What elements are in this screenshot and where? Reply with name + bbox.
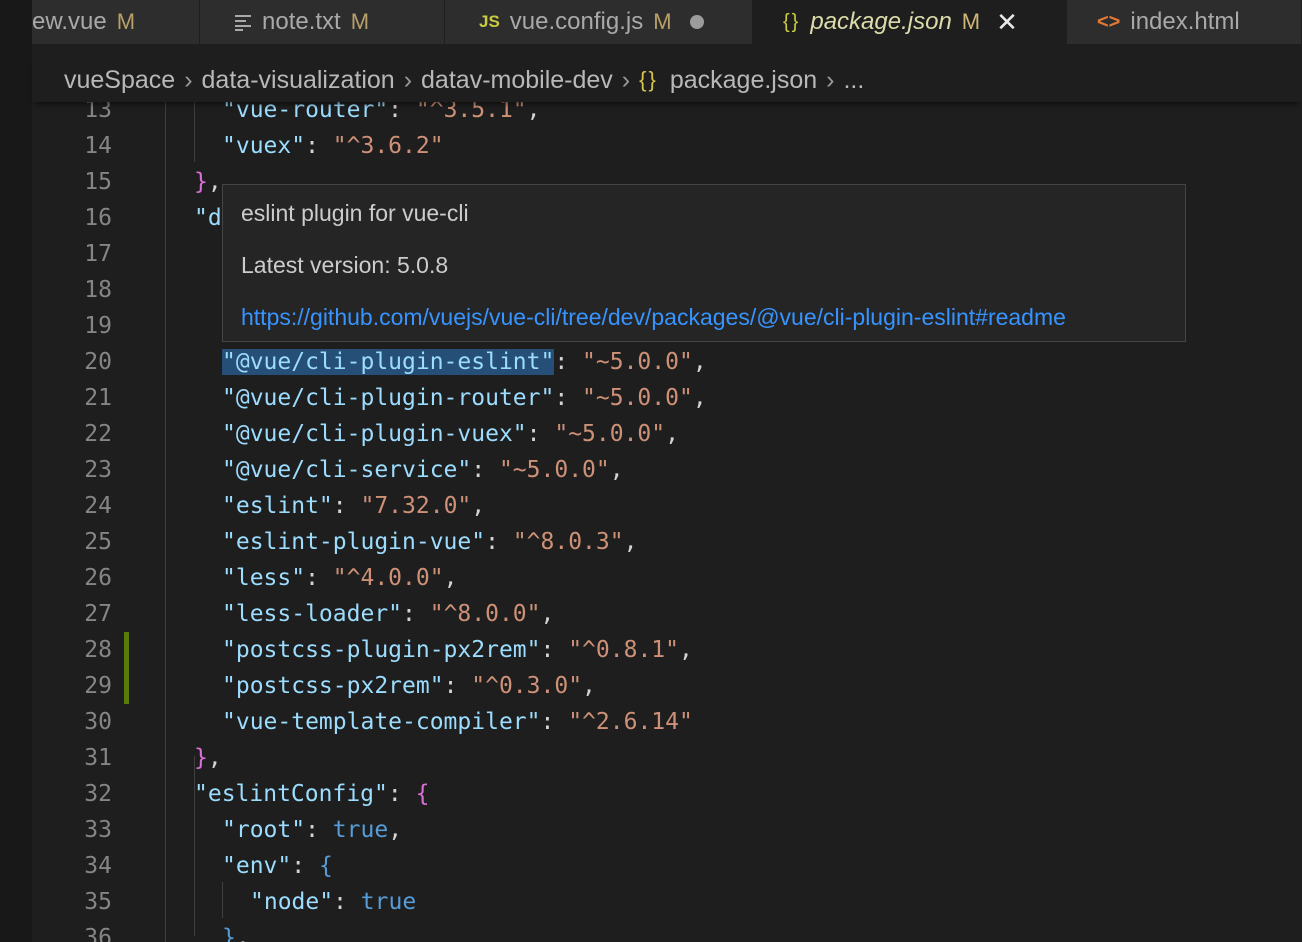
tab-note-txt[interactable]: note.txt M bbox=[200, 0, 445, 44]
chevron-right-icon: › bbox=[621, 65, 631, 94]
code-text: }, bbox=[194, 169, 222, 195]
tab-label: ew.vue bbox=[32, 8, 107, 35]
tab-label: package.json bbox=[810, 8, 952, 35]
breadcrumb-item[interactable]: datav-mobile-dev bbox=[421, 66, 613, 95]
json-icon: {} bbox=[783, 10, 801, 33]
line-number: 30 bbox=[84, 709, 112, 735]
code-text: "d bbox=[194, 205, 222, 231]
tab-vue-config-js[interactable]: JS vue.config.js M bbox=[445, 0, 753, 44]
modified-indicator: M bbox=[116, 9, 136, 34]
code-text: "postcss-plugin-px2rem": "^0.8.1", bbox=[222, 637, 693, 663]
line-number: 22 bbox=[84, 421, 112, 447]
tab-ew-vue[interactable]: ew.vue M bbox=[32, 0, 200, 44]
package-readme-link[interactable]: https://github.com/vuejs/vue-cli/tree/de… bbox=[241, 304, 1066, 331]
code-text: "@vue/cli-service": "~5.0.0", bbox=[222, 457, 624, 483]
chevron-right-icon: › bbox=[184, 65, 193, 94]
code-text: }, bbox=[222, 925, 250, 942]
code-text: "vuex": "^3.6.2" bbox=[222, 133, 444, 159]
code-text: "less": "^4.0.0", bbox=[222, 565, 458, 591]
modified-indicator: M bbox=[350, 9, 370, 34]
code-text: "@vue/cli-plugin-router": "~5.0.0", bbox=[222, 385, 707, 411]
line-number: 18 bbox=[84, 277, 112, 303]
line-number: 31 bbox=[84, 745, 112, 771]
code-text: "less-loader": "^8.0.0", bbox=[222, 601, 555, 627]
text-file-icon bbox=[234, 13, 252, 31]
line-number: 36 bbox=[84, 925, 112, 942]
line-number: 26 bbox=[84, 565, 112, 591]
line-number: 23 bbox=[84, 457, 112, 483]
code-text: "postcss-px2rem": "^0.3.0", bbox=[222, 673, 596, 699]
line-number: 35 bbox=[84, 889, 112, 915]
line-number: 17 bbox=[84, 241, 112, 267]
html-icon: <> bbox=[1097, 10, 1121, 33]
line-number: 14 bbox=[84, 133, 112, 159]
line-number: 27 bbox=[84, 601, 112, 627]
code-text: "node": true bbox=[250, 889, 417, 915]
hover-tooltip: eslint plugin for vue-cli Latest version… bbox=[222, 184, 1186, 342]
code-text: "eslint": "7.32.0", bbox=[222, 493, 486, 519]
chevron-right-icon: › bbox=[826, 65, 835, 94]
json-icon: {} bbox=[639, 67, 658, 92]
line-number: 19 bbox=[84, 313, 112, 339]
line-number: 32 bbox=[84, 781, 112, 807]
code-text: "vue-template-compiler": "^2.6.14" bbox=[222, 709, 693, 735]
line-number: 15 bbox=[84, 169, 112, 195]
line-number: 20 bbox=[84, 349, 112, 375]
close-icon[interactable]: ✕ bbox=[996, 7, 1018, 38]
breadcrumb-item[interactable]: ... bbox=[843, 66, 864, 95]
code-line: 35 bbox=[32, 884, 1302, 920]
tab-label: note.txt bbox=[262, 8, 341, 35]
latest-version: Latest version: 5.0.8 bbox=[241, 252, 449, 278]
line-number: 16 bbox=[84, 205, 112, 231]
line-number: 24 bbox=[84, 493, 112, 519]
modified-indicator: M bbox=[653, 9, 672, 34]
activity-bar-edge bbox=[0, 0, 32, 942]
code-text: "@vue/cli-plugin-vuex": "~5.0.0", bbox=[222, 421, 679, 447]
breadcrumb-item[interactable]: package.json bbox=[670, 66, 817, 95]
line-number: 33 bbox=[84, 817, 112, 843]
line-number: 29 bbox=[84, 673, 112, 699]
chevron-right-icon: › bbox=[403, 65, 413, 94]
code-text: }, bbox=[194, 745, 222, 771]
line-number: 34 bbox=[84, 853, 112, 879]
tab-package-json[interactable]: {} package.json M ✕ bbox=[753, 0, 1067, 44]
tab-label: index.html bbox=[1130, 8, 1240, 35]
code-text: "@vue/cli-plugin-eslint": "~5.0.0", bbox=[222, 349, 707, 375]
line-number: 25 bbox=[84, 529, 112, 555]
js-icon: JS bbox=[479, 12, 500, 31]
code-text: "eslintConfig": { bbox=[194, 781, 430, 807]
modified-indicator: M bbox=[961, 9, 981, 34]
breadcrumb-item[interactable]: vueSpace bbox=[64, 66, 175, 95]
tab-label: vue.config.js bbox=[509, 8, 644, 35]
package-description: eslint plugin for vue-cli bbox=[241, 200, 469, 226]
breadcrumb-item[interactable]: data-visualization bbox=[202, 66, 395, 95]
code-line: 31 bbox=[32, 740, 1302, 776]
editor-tab-bar: ew.vue M note.txt M JS vue.config.js M {… bbox=[32, 0, 1302, 44]
tab-index-html[interactable]: <> index.html bbox=[1067, 0, 1302, 44]
breadcrumb: vueSpace › data-visualization › datav-mo… bbox=[32, 58, 1302, 102]
code-text: "eslint-plugin-vue": "^8.0.3", bbox=[222, 529, 638, 555]
code-text: "root": true, bbox=[222, 817, 403, 843]
unsaved-dot-icon[interactable] bbox=[689, 15, 704, 29]
line-number: 28 bbox=[84, 637, 112, 663]
code-text: "env": { bbox=[222, 853, 333, 879]
line-number: 21 bbox=[84, 385, 112, 411]
